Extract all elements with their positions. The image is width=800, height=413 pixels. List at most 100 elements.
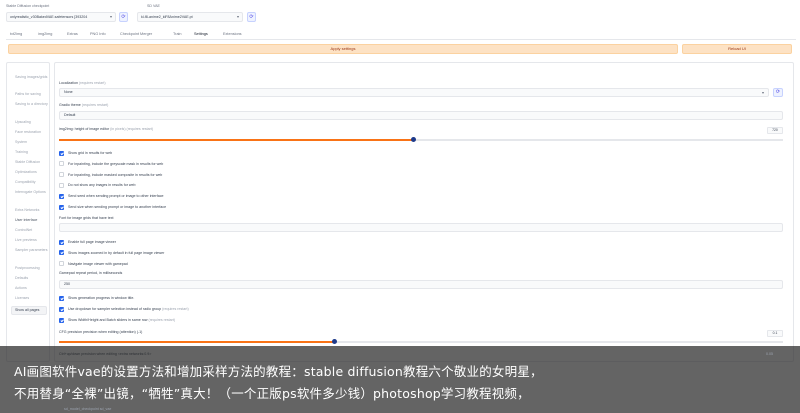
slider-fill (59, 341, 335, 343)
refresh-checkpoint-button[interactable]: ⟳ (119, 12, 128, 22)
show-all-pages-button[interactable]: Show all pages (11, 306, 47, 315)
cfg-precision-slider[interactable] (59, 339, 783, 344)
gamepad-repeat-label: Gamepad repeat period, in milliseconds (59, 271, 123, 275)
tab-img2img[interactable]: img2img (38, 32, 52, 36)
checkbox-unchecked[interactable] (59, 261, 64, 267)
cfg-precision-label: CFG precision precision when editing (at… (59, 330, 143, 334)
settings-panel: Localization (requires restart) None ▾ ⟳… (54, 62, 794, 362)
refresh-icon: ⟳ (775, 89, 781, 95)
checkbox-label: For inpainting, include the greyscale ma… (68, 161, 164, 166)
tab-checkpoint-merger[interactable]: Checkpoint Merger (120, 32, 152, 36)
sidebar-item-user-interface[interactable]: User interface (15, 218, 37, 222)
sidebar-item-actions[interactable]: Actions (15, 286, 27, 290)
checkbox-checked[interactable] (59, 150, 64, 156)
checkpoint-value: onlyrealistic_v30BakedVAE.safetensors [3… (10, 15, 88, 19)
sidebar-item-face-restoration[interactable]: Face restoration (15, 130, 41, 134)
settings-sidebar: Saving images/grids Paths for saving Sav… (6, 62, 50, 362)
img2img-height-label: img2img: height of image editor (in pixe… (59, 127, 154, 131)
sidebar-item-defaults[interactable]: Defaults (15, 276, 28, 280)
checkbox-label: Do not show any images in results for we… (68, 183, 136, 188)
sidebar-item-postprocessing[interactable]: Postprocessing (15, 266, 40, 270)
sidebar-item-system[interactable]: System (15, 140, 27, 144)
checkbox-label: For inpainting, include masked composite… (68, 172, 163, 177)
cfg-precision-number[interactable]: 0.1 (767, 330, 783, 337)
checkbox-label: Show Width/Height and Batch sliders in s… (68, 318, 176, 322)
checkpoint-label: Stable Diffusion checkpoint (6, 4, 50, 8)
checkbox-checked[interactable] (59, 193, 64, 199)
checkbox-label: Show generation progress in window title… (68, 296, 135, 300)
checkbox-label: Show images zoomed in by default in full… (68, 250, 165, 255)
checkbox-checked[interactable] (59, 204, 64, 210)
gradio-theme-input[interactable]: Default (59, 111, 783, 120)
tab-png-info[interactable]: PNG Info (90, 32, 106, 36)
quicksettings-value: sd_model_checkpoint sd_vae (64, 407, 112, 411)
tab-train[interactable]: Train (173, 32, 182, 36)
font-grid-input[interactable] (59, 223, 783, 232)
checkbox-checked[interactable] (59, 306, 64, 312)
checkbox-checked[interactable] (59, 295, 64, 301)
sidebar-item-live-previews[interactable]: Live previews (15, 238, 37, 242)
tab-extras[interactable]: Extras (67, 32, 78, 36)
vae-label: SD VAE (147, 4, 160, 8)
main-tabs: txt2img img2img Extras PNG Info Checkpoi… (6, 30, 796, 40)
sidebar-item-optimizations[interactable]: Optimizations (15, 170, 37, 174)
refresh-icon: ⟳ (121, 14, 126, 20)
checkbox-label: Show grid in results for web (68, 151, 113, 155)
chevron-down-icon: ▾ (761, 90, 764, 95)
gradio-theme-label: Gradio theme (requires restart) (59, 103, 109, 107)
refresh-vae-button[interactable]: ⟳ (247, 12, 256, 22)
img2img-height-slider[interactable] (59, 137, 783, 142)
sidebar-item-training[interactable]: Training (15, 150, 28, 154)
localization-label: Localization (requires restart) (59, 81, 106, 85)
extra-networks-precision-value: 0.05 (766, 352, 773, 356)
font-grid-label: Font for image grids that have text (59, 216, 114, 220)
tab-settings[interactable]: Settings (194, 32, 208, 36)
vae-value: kl-f8-anime2_klF8Anime2VAE.pt (141, 15, 193, 19)
localization-select[interactable]: None ▾ (59, 88, 769, 97)
refresh-icon: ⟳ (249, 14, 254, 20)
slider-handle[interactable] (411, 137, 417, 142)
sidebar-item-licenses[interactable]: Licenses (15, 296, 29, 300)
checkbox-unchecked[interactable] (59, 182, 64, 188)
reload-ui-button[interactable]: Reload UI (682, 44, 792, 54)
sidebar-item-controlnet[interactable]: ControlNet (15, 228, 32, 232)
slider-fill (59, 139, 414, 141)
checkbox-label: Send size when sending prompt or image t… (68, 205, 167, 209)
vae-select[interactable]: kl-f8-anime2_klF8Anime2VAE.pt ▾ (137, 12, 243, 22)
apply-settings-button[interactable]: Apply settings (8, 44, 678, 54)
model-selectors: Stable Diffusion checkpoint onlyrealisti… (6, 4, 796, 30)
sidebar-item-compatibility[interactable]: Compatibility (15, 180, 36, 184)
slider-handle[interactable] (331, 339, 337, 344)
sidebar-item-saving-dir[interactable]: Saving to a directory (15, 102, 48, 106)
checkpoint-select[interactable]: onlyrealistic_v30BakedVAE.safetensors [3… (6, 12, 116, 22)
chevron-down-icon: ▾ (236, 14, 239, 19)
checkbox-label: Navigate image viewer with gamepad (68, 261, 128, 266)
tab-extensions[interactable]: Extensions (223, 32, 242, 36)
gamepad-repeat-input[interactable]: 250 (59, 280, 783, 289)
gamepad-repeat-value: 250 (64, 282, 70, 286)
checkbox-label: Use dropdown for sampler selection inste… (68, 307, 189, 311)
refresh-localization-button[interactable]: ⟳ (773, 88, 783, 97)
tab-txt2img[interactable]: txt2img (10, 32, 22, 36)
sidebar-item-interrogate[interactable]: Interrogate Options (15, 190, 46, 194)
checkbox-unchecked[interactable] (59, 161, 64, 167)
sidebar-item-extra-networks[interactable]: Extra Networks (15, 208, 39, 212)
checkbox-unchecked[interactable] (59, 172, 64, 178)
subtitle-overlay: 0.05 sd_model_checkpoint sd_vae AI画图软件va… (0, 346, 800, 413)
chevron-down-icon: ▾ (109, 14, 112, 19)
checkbox-label: Enable full page image viewer (68, 240, 116, 244)
sidebar-item-sampler-params[interactable]: Sampler parameters (15, 248, 48, 252)
sidebar-item-paths[interactable]: Paths for saving (15, 92, 41, 96)
img2img-height-number[interactable]: 720 (767, 127, 783, 134)
localization-value: None (64, 90, 73, 94)
sidebar-item-stable-diffusion[interactable]: Stable Diffusion (15, 160, 40, 164)
checkbox-label: Send seed when sending prompt or image t… (68, 194, 164, 199)
sidebar-item-upscaling[interactable]: Upscaling (15, 120, 31, 124)
sidebar-item-saving-images[interactable]: Saving images/grids (15, 75, 47, 79)
checkbox-checked[interactable] (59, 317, 64, 323)
gradio-theme-value: Default (64, 113, 76, 117)
checkbox-checked[interactable] (59, 239, 64, 245)
checkbox-checked[interactable] (59, 250, 64, 256)
subtitle-line-1: AI画图软件vae的设置方法和增加采样方法的教程：stable diffusio… (14, 364, 543, 379)
subtitle-line-2: 不用替身“全裸”出镜，“牺牲”真大！（一个正版ps软件多少钱）photoshop… (14, 386, 530, 401)
